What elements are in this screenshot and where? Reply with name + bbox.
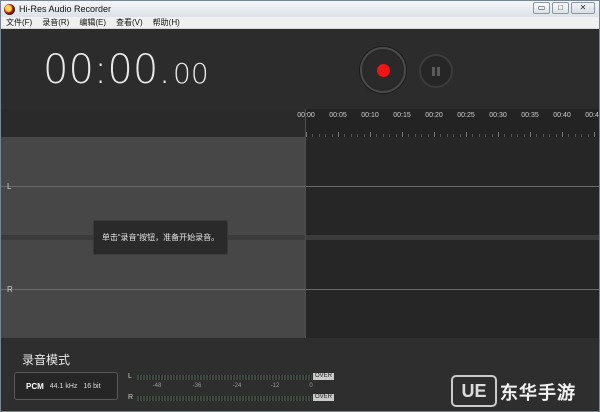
db-mark: -12 (270, 383, 280, 389)
level-meter-left (137, 375, 312, 380)
left-channel-centerline (1, 186, 599, 187)
left-channel-label: L (7, 182, 12, 191)
menu-edit[interactable]: 编辑(E) (74, 17, 111, 29)
app-logo-icon (4, 3, 15, 15)
pause-icon (432, 66, 435, 76)
ruler-time-label: 00:15 (393, 112, 411, 119)
over-indicator-right: OVER (313, 394, 335, 401)
menu-bar: 文件(F) 录音(R) 编辑(E) 查看(V) 帮助(H) (1, 17, 599, 29)
elapsed-time-display: 00:00. 00 (43, 47, 209, 93)
ruler-time-label: 00:30 (489, 112, 507, 119)
waveform-area[interactable]: L R (1, 137, 599, 338)
sample-rate-label: 44.1 kHz (49, 382, 78, 390)
pause-icon-bar (437, 66, 440, 76)
bit-depth-label: 16 bit (83, 382, 101, 390)
meter-right-label: R (128, 394, 134, 401)
db-mark: -48 (152, 383, 162, 389)
ruler-pre-area (1, 109, 305, 137)
watermark-text: 东华手游 (500, 383, 576, 403)
ruler-time-label: 00:40 (553, 112, 571, 119)
db-mark: 0 (309, 383, 313, 389)
close-button[interactable]: ✕ (571, 2, 595, 14)
transport-panel: 00:00. 00 (1, 29, 599, 109)
ruler-time-label: 00:25 (457, 112, 475, 119)
db-mark: -36 (192, 383, 202, 389)
ruler-time-label: 00:05 (329, 112, 347, 119)
meter-left-label: L (128, 373, 132, 380)
db-mark: -24 (232, 383, 242, 389)
timer-main: 00:00. (43, 47, 171, 93)
pause-button[interactable] (419, 54, 453, 88)
timer-fraction: 00 (173, 57, 209, 90)
level-meter-right (137, 396, 312, 401)
maximize-button[interactable]: □ (552, 2, 569, 14)
watermark-logo: UE (451, 375, 497, 407)
ruler-time-label: 00:10 (361, 112, 379, 119)
app-window: Hi-Res Audio Recorder ▭ □ ✕ 文件(F) 录音(R) … (0, 0, 600, 412)
ruler-time-label: 00:35 (521, 112, 539, 119)
ruler-time-label: 00:00 (297, 112, 315, 119)
timeline-ruler[interactable]: 00:00 00:05 00:10 00:15 00:20 00:25 00:30 00:35… (1, 109, 599, 137)
menu-view[interactable]: 查看(V) (111, 17, 148, 29)
record-dot-icon (376, 63, 390, 77)
channel-separator (1, 235, 599, 240)
recording-mode-title: 录音模式 (22, 353, 71, 367)
ruler-time-label: 00:45 (585, 112, 599, 119)
minimize-button[interactable]: ▭ (533, 2, 550, 14)
menu-help[interactable]: 帮助(H) (148, 17, 185, 29)
record-hint-tooltip: 单击“录音”按钮，准备开始录音。 (93, 220, 228, 255)
ruler-time-label: 00:20 (425, 112, 443, 119)
recording-format-selector[interactable]: PCM 44.1 kHz 16 bit (14, 372, 118, 400)
menu-record[interactable]: 录音(R) (37, 17, 74, 29)
title-bar[interactable]: Hi-Res Audio Recorder ▭ □ ✕ (1, 1, 599, 17)
record-button[interactable] (360, 47, 406, 93)
format-label: PCM (26, 381, 44, 391)
window-title: Hi-Res Audio Recorder (19, 4, 112, 14)
menu-file[interactable]: 文件(F) (1, 17, 37, 29)
right-channel-centerline (1, 289, 599, 290)
over-indicator-left: OVER (313, 373, 335, 380)
window-controls: ▭ □ ✕ (533, 2, 595, 14)
playhead-cursor[interactable] (305, 109, 306, 338)
right-channel-label: R (7, 285, 13, 294)
